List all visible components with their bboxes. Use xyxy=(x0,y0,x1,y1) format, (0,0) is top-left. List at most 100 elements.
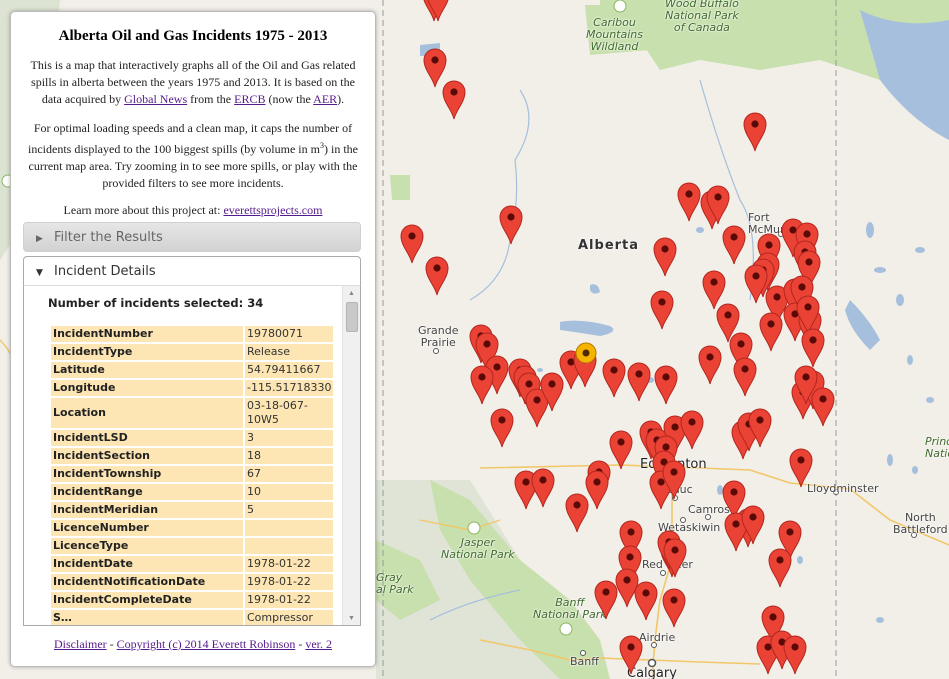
scrollbar[interactable]: ▲ ▼ xyxy=(342,286,360,625)
incident-marker-pin[interactable] xyxy=(602,358,626,398)
incident-marker-pin[interactable] xyxy=(442,80,466,120)
learn-more-label: Learn more about this project at: xyxy=(63,203,224,217)
detail-key: IncidentTownship xyxy=(51,466,243,482)
incident-marker-pin[interactable] xyxy=(565,493,589,533)
detail-key: IncidentRange xyxy=(51,484,243,500)
detail-value: 1978-01-22 xyxy=(245,592,334,608)
link-everettsprojects[interactable]: everettsprojects.com xyxy=(223,203,322,217)
incident-detail-row: Longitude -115.51718330 xyxy=(51,380,334,396)
map-label-lloydminster: Lloydminster xyxy=(807,482,879,495)
incident-marker-pin[interactable] xyxy=(663,538,687,578)
accordion-label: Incident Details xyxy=(54,264,156,279)
lake xyxy=(845,300,880,350)
detail-value: 18 xyxy=(245,448,334,464)
map-label-grande-prairie: Grande Prairie xyxy=(418,324,459,349)
incident-marker-pin[interactable] xyxy=(499,205,523,245)
detail-key: IncidentLSD xyxy=(51,430,243,446)
map-label-airdrie: Airdrie xyxy=(639,631,676,644)
incident-marker-pin[interactable] xyxy=(783,635,807,675)
cap-note-text: For optimal loading speeds and a clean m… xyxy=(25,120,361,192)
incident-marker-pin[interactable] xyxy=(426,0,450,22)
incident-marker-pin[interactable] xyxy=(400,224,424,264)
link-version[interactable]: ver. 2 xyxy=(305,637,332,651)
incident-detail-row: IncidentSection 18 xyxy=(51,448,334,464)
incident-marker-pin[interactable] xyxy=(634,581,658,621)
detail-key: Location xyxy=(51,398,243,428)
detail-key: IncidentMeridian xyxy=(51,502,243,518)
link-ercb[interactable]: ERCB xyxy=(234,92,265,106)
incident-details-content: Number of incidents selected: 34 Inciden… xyxy=(24,286,343,625)
incident-marker-pin[interactable] xyxy=(748,408,772,448)
detail-value: -115.51718330 xyxy=(245,380,334,396)
incident-detail-row: LicenceNumber xyxy=(51,520,334,536)
learn-more-text: Learn more about this project at: everet… xyxy=(25,202,361,219)
incident-marker-pin[interactable] xyxy=(490,408,514,448)
incident-marker-pin[interactable] xyxy=(425,256,449,296)
detail-value: 3 xyxy=(245,430,334,446)
incident-marker-pin[interactable] xyxy=(662,588,686,628)
detail-value: 1978-01-22 xyxy=(245,574,334,590)
incident-marker-pin[interactable] xyxy=(722,225,746,265)
link-global-news[interactable]: Global News xyxy=(124,92,187,106)
park-area xyxy=(390,175,410,200)
accordion-incident-details[interactable]: ▼ Incident Details xyxy=(23,256,361,286)
footer-separator: - xyxy=(295,637,306,651)
link-aer[interactable]: AER xyxy=(313,92,337,106)
detail-key: IncidentNumber xyxy=(51,326,243,342)
incident-marker-pin[interactable] xyxy=(743,112,767,152)
map-label-wood-buffalo: Wood Buffalo National Park of Canada xyxy=(665,0,739,34)
incident-marker-pin[interactable] xyxy=(619,635,643,675)
intro-text-part: from the xyxy=(187,92,235,106)
scrollbar-thumb[interactable] xyxy=(346,302,358,332)
intro-text-part: (now the xyxy=(265,92,314,106)
incident-marker-pin[interactable] xyxy=(801,328,825,368)
map-label-gray-park: Gray al Park xyxy=(376,571,414,596)
intro-text-part: ). xyxy=(337,92,345,106)
link-disclaimer[interactable]: Disclaimer xyxy=(54,637,107,651)
selected-incident-marker[interactable] xyxy=(575,342,597,364)
incident-marker-pin[interactable] xyxy=(768,548,792,588)
detail-value: Compressor xyxy=(245,610,334,625)
incident-marker-pin[interactable] xyxy=(627,362,651,402)
detail-value: 54.79411667 xyxy=(245,362,334,378)
incident-marker-pin[interactable] xyxy=(759,312,783,352)
map-label-north-battleford: North Battleford xyxy=(893,511,948,536)
incident-marker-pin[interactable] xyxy=(653,237,677,277)
detail-value: Release xyxy=(245,344,334,360)
detail-value: 67 xyxy=(245,466,334,482)
map-label-caribou-mountains: Caribou Mountains Wildland xyxy=(586,16,643,53)
footer-separator: - xyxy=(106,637,117,651)
detail-value: 1978-01-22 xyxy=(245,556,334,572)
incident-detail-row: Location 03-18-067-10W5 xyxy=(51,398,334,428)
info-panel: Alberta Oil and Gas Incidents 1975 - 201… xyxy=(10,11,376,667)
incident-marker-pin[interactable] xyxy=(706,185,730,225)
incident-marker-pin[interactable] xyxy=(677,182,701,222)
incident-detail-row: IncidentDate 1978-01-22 xyxy=(51,556,334,572)
detail-key: LicenceType xyxy=(51,538,243,554)
incident-marker-pin[interactable] xyxy=(789,448,813,488)
link-copyright[interactable]: Copyright (c) 2014 Everett Robinson xyxy=(117,637,296,651)
incident-marker-pin[interactable] xyxy=(609,430,633,470)
river xyxy=(469,89,530,301)
incident-marker-pin[interactable] xyxy=(650,290,674,330)
detail-value: 10 xyxy=(245,484,334,500)
incident-marker-pin[interactable] xyxy=(698,345,722,385)
incident-marker-pin[interactable] xyxy=(662,460,686,500)
incident-marker-pin[interactable] xyxy=(680,410,704,450)
incident-marker-pin[interactable] xyxy=(470,365,494,405)
incident-marker-pin[interactable] xyxy=(794,365,818,405)
map-label-alberta: Alberta xyxy=(578,238,640,253)
incident-detail-row: IncidentNotificationDate 1978-01-22 xyxy=(51,574,334,590)
incident-marker-pin[interactable] xyxy=(654,365,678,405)
incident-marker-pin[interactable] xyxy=(733,357,757,397)
cap-note-part: For optimal loading speeds and a clean m… xyxy=(28,121,353,156)
incident-marker-pin[interactable] xyxy=(594,580,618,620)
scroll-up-arrow-icon[interactable]: ▲ xyxy=(343,286,360,300)
accordion-filter-results[interactable]: ▶ Filter the Results xyxy=(23,222,361,252)
scroll-down-arrow-icon[interactable]: ▼ xyxy=(343,611,360,625)
incident-detail-row: S… Compressor xyxy=(51,610,334,625)
incident-marker-pin[interactable] xyxy=(741,505,765,545)
incident-detail-row: IncidentType Release xyxy=(51,344,334,360)
caret-down-icon: ▼ xyxy=(36,268,43,278)
incident-marker-pin[interactable] xyxy=(531,468,555,508)
